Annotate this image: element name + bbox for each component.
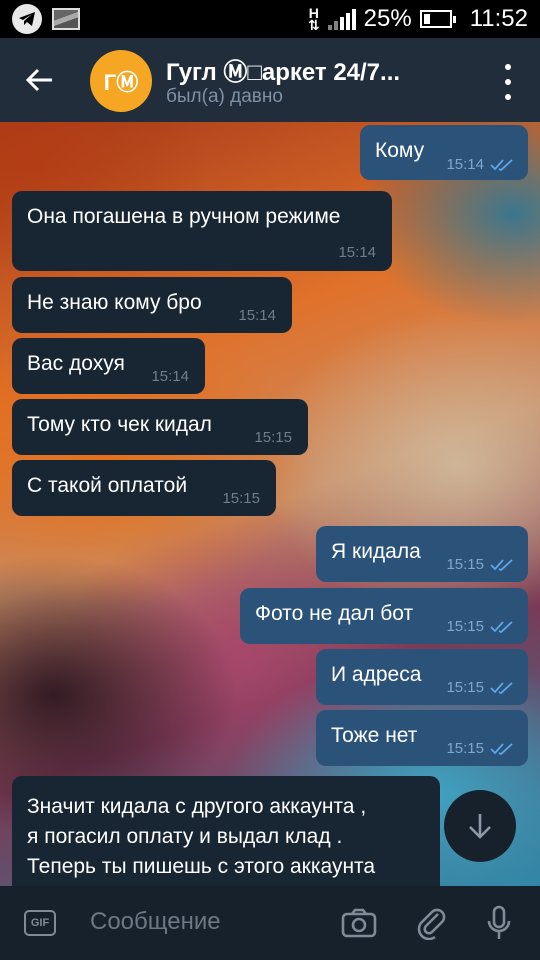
message-bubble-outgoing[interactable]: Я кидала 15:15	[316, 526, 528, 582]
message-text: Вас дохуя	[27, 352, 125, 375]
more-vert-icon	[505, 64, 511, 70]
gif-button[interactable]: GIF	[24, 910, 56, 936]
message-bubble-outgoing[interactable]: Фото не дал бот 15:15	[240, 588, 528, 644]
message-time: 15:15	[446, 556, 484, 573]
chat-area[interactable]: Кому 15:14 Она погашена в ручном режиме …	[0, 122, 540, 886]
message-time: 15:15	[254, 429, 292, 446]
message-bubble-incoming[interactable]: Она погашена в ручном режиме 15:14	[12, 191, 392, 271]
battery-icon	[419, 10, 456, 28]
message-text: Тоже нет	[331, 724, 418, 747]
signal-icon	[327, 8, 356, 30]
message-bubble-incoming[interactable]: Значит кидала с другого аккаунта , я пог…	[12, 776, 440, 886]
mic-icon	[487, 905, 511, 939]
message-input[interactable]: Сообщение	[90, 908, 221, 936]
message-time: 15:14	[446, 156, 484, 173]
more-options-button[interactable]	[498, 64, 518, 100]
network-icon: H ⇅	[307, 5, 320, 33]
chat-title[interactable]: Гугл Ⓜ□аркет 24/7...	[166, 52, 400, 87]
network-type: H	[308, 5, 319, 21]
message-line: я погасил оплату и выдал клад .	[27, 825, 343, 848]
message-bubble-outgoing[interactable]: Тоже нет 15:15	[316, 710, 528, 766]
message-bubble-incoming[interactable]: Не знаю кому бро 15:14	[12, 277, 292, 333]
message-bubble-incoming[interactable]: С такой оплатой 15:15	[12, 460, 276, 516]
message-bubble-outgoing[interactable]: И адреса 15:15	[316, 649, 528, 705]
voice-button[interactable]	[480, 904, 518, 942]
message-text: С такой оплатой	[27, 474, 188, 497]
message-bubble-incoming[interactable]: Вас дохуя 15:14	[12, 338, 205, 394]
scroll-down-button[interactable]	[444, 790, 516, 862]
back-arrow-icon	[26, 68, 52, 92]
message-time: 15:14	[338, 244, 376, 261]
avatar[interactable]: ГⓂ	[90, 50, 152, 112]
message-input-bar: GIF Сообщение	[0, 886, 540, 960]
message-time: 15:14	[151, 368, 189, 385]
message-time: 15:15	[222, 490, 260, 507]
chat-header: ГⓂ Гугл Ⓜ□аркет 24/7... был(а) давно	[0, 38, 540, 122]
message-line: Значит кидала с другого аккаунта ,	[27, 795, 367, 818]
attach-icon	[417, 908, 446, 940]
message-text: Она погашена в ручном режиме	[27, 205, 341, 228]
message-text: Не знаю кому бро	[27, 291, 202, 314]
message-bubble-outgoing[interactable]: Кому 15:14	[360, 125, 528, 180]
message-text: Кому	[375, 139, 425, 162]
message-bubble-incoming[interactable]: Тому кто чек кидал 15:15	[12, 399, 308, 455]
message-time: 15:15	[446, 740, 484, 757]
double-check-icon	[490, 559, 513, 572]
message-text: Я кидала	[331, 540, 421, 563]
camera-button[interactable]	[340, 904, 378, 942]
telegram-icon	[12, 4, 42, 34]
message-line: Теперь ты пишешь с этого аккаунта	[27, 855, 376, 878]
message-text: Фото не дал бот	[255, 602, 414, 625]
image-icon	[52, 8, 80, 30]
message-time: 15:15	[446, 618, 484, 635]
camera-icon	[341, 908, 377, 938]
clock: 11:52	[469, 5, 528, 32]
message-text: И адреса	[331, 663, 422, 686]
message-time: 15:15	[446, 679, 484, 696]
back-button[interactable]	[20, 60, 60, 100]
message-time: 15:14	[238, 307, 276, 324]
double-check-icon	[490, 743, 513, 756]
scroll-down-icon	[469, 814, 491, 839]
gif-icon: GIF	[30, 917, 50, 929]
message-text: Тому кто чек кидал	[27, 413, 212, 436]
last-seen-status: был(а) давно	[166, 86, 283, 107]
double-check-icon	[490, 159, 513, 172]
attach-button[interactable]	[412, 904, 450, 942]
battery-percent: 25%	[363, 5, 412, 32]
status-bar: H ⇅ 25% 11:52	[0, 0, 540, 38]
double-check-icon	[490, 621, 513, 634]
double-check-icon	[490, 682, 513, 695]
message-text: Значит кидала с другого аккаунта , я пог…	[27, 792, 375, 882]
